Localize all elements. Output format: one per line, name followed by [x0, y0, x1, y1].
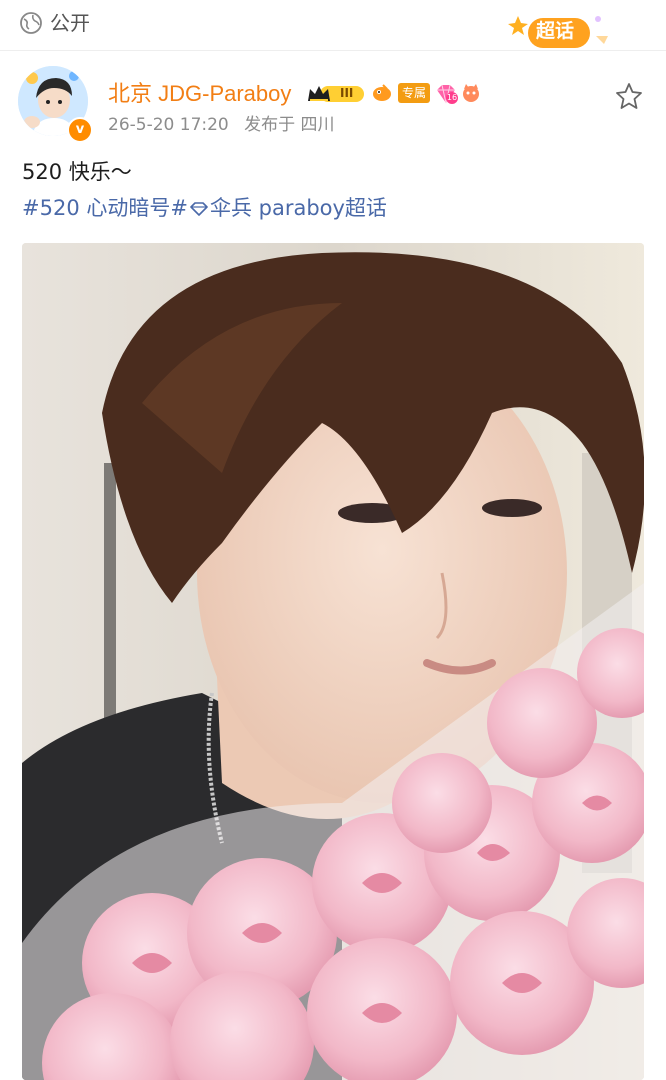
- cat-icon: [463, 84, 479, 102]
- rank-label: III: [340, 86, 354, 100]
- hashtag-line: #520 心动暗号# 伞兵 paraboy超话: [22, 194, 387, 222]
- supertopic-link[interactable]: 伞兵 paraboy超话: [210, 196, 387, 220]
- verified-badge: v: [67, 117, 93, 143]
- supertopic-badge-label: 超话: [536, 20, 575, 42]
- timestamp: 26-5-20 17:20: [108, 115, 229, 135]
- top-bar: 公开 超话: [0, 0, 666, 51]
- location: 发布于 四川: [244, 115, 335, 135]
- exclusive-badge: 专属: [398, 83, 430, 103]
- star-icon[interactable]: [615, 82, 643, 110]
- crown-rank-icon: [308, 86, 364, 102]
- portrait-with-roses-image: [22, 243, 644, 1080]
- gem-icon: [190, 202, 208, 216]
- visibility-label[interactable]: 公开: [50, 10, 90, 36]
- post-text: 520 快乐～: [22, 160, 132, 184]
- post-meta: 26-5-20 17:20 发布于 四川: [108, 114, 345, 136]
- post-image[interactable]: [22, 243, 644, 1080]
- author-name[interactable]: 北京 JDG-Paraboy: [108, 80, 291, 108]
- diamond-level: 16: [446, 92, 458, 104]
- fish-icon: [373, 84, 391, 101]
- globe-icon: [20, 12, 42, 34]
- hashtag-link[interactable]: #520 心动暗号#: [22, 196, 188, 220]
